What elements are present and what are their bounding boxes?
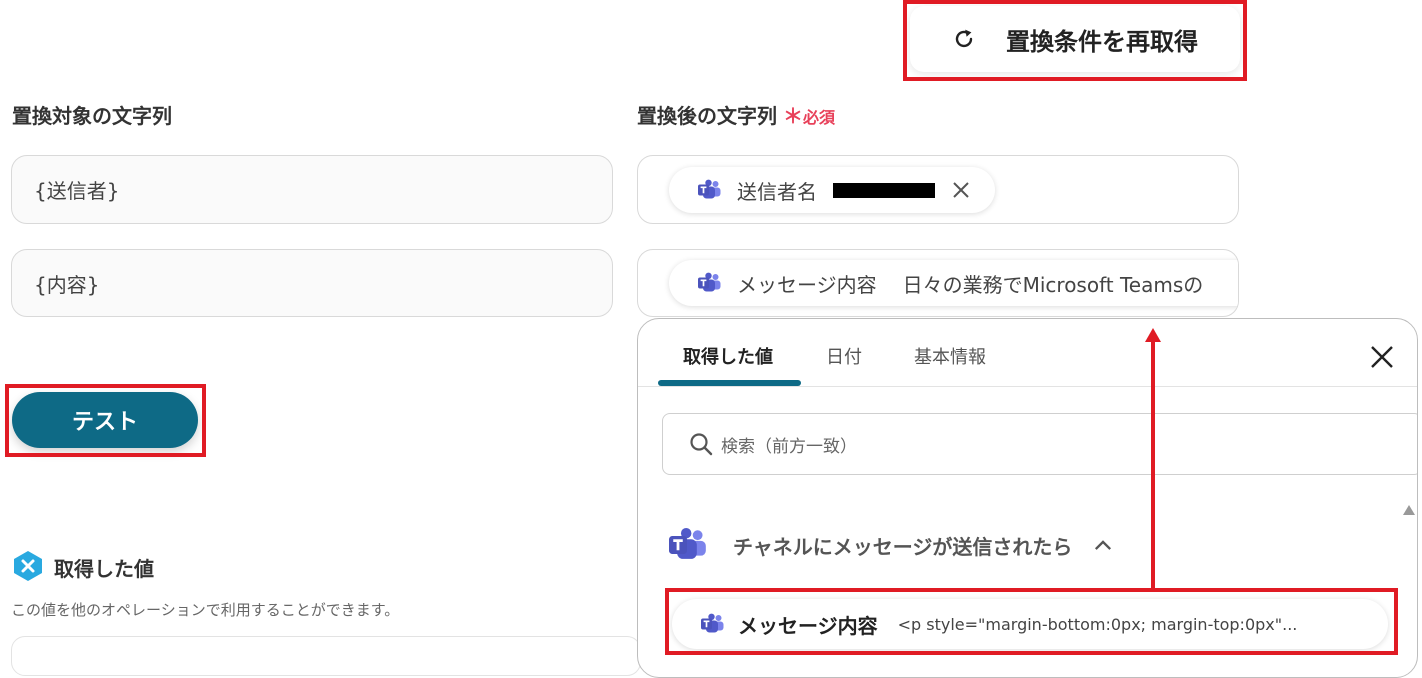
teams-icon [701, 613, 724, 633]
replace-target-value: {送信者} [34, 179, 120, 203]
refresh-conditions-button[interactable]: 置換条件を再取得 [910, 6, 1240, 72]
item-preview: <p style="margin-bottom:0px; margin-top:… [897, 614, 1298, 634]
tab-divider [638, 386, 1417, 387]
replace-target-input-2[interactable]: {内容} [11, 249, 613, 317]
replace-after-label: 置換後の文字列 [637, 104, 777, 128]
obtained-values-description: この値を他のオペレーションで利用することができます。 [11, 601, 400, 619]
obtained-values-title: 取得した値 [54, 557, 154, 581]
variable-icon [14, 551, 42, 581]
list-item[interactable]: メッセージ内容 <p style="margin-bottom:0px; mar… [672, 599, 1388, 649]
refresh-button-label: 置換条件を再取得 [1006, 27, 1198, 56]
test-button[interactable]: テスト [12, 392, 198, 448]
close-icon[interactable] [951, 180, 971, 200]
chip-label: メッセージ内容 [737, 272, 877, 297]
annotation-arrow-head [1145, 328, 1161, 342]
refresh-icon [955, 29, 973, 48]
teams-icon [669, 527, 706, 559]
test-button-label: テスト [71, 410, 138, 435]
replace-after-input-2[interactable]: メッセージ内容 日々の業務でMicrosoft Teamsの [637, 249, 1239, 317]
replace-after-input-1[interactable]: 送信者名 [637, 155, 1239, 224]
teams-icon [698, 272, 721, 292]
close-icon[interactable] [1370, 345, 1394, 369]
tab-basic-info[interactable]: 基本情報 [914, 343, 986, 369]
replace-target-input-1[interactable]: {送信者} [11, 155, 613, 224]
scroll-up-icon[interactable] [1403, 505, 1415, 515]
chip-label: 送信者名 [737, 179, 817, 204]
required-badge: ＊必須 [783, 104, 836, 128]
replace-after-label-row: 置換後の文字列 ＊必須 [637, 100, 835, 129]
group-header[interactable]: チャネルにメッセージが送信されたら [667, 523, 1112, 567]
group-title: チャネルにメッセージが送信されたら [733, 534, 1073, 559]
teams-icon [698, 179, 721, 199]
tab-obtained-values[interactable]: 取得した値 [683, 343, 773, 369]
required-label: 必須 [803, 108, 836, 127]
replace-target-label: 置換対象の文字列 [12, 104, 172, 128]
chevron-up-icon[interactable] [1094, 539, 1112, 551]
variable-picker-panel: 取得した値 日付 基本情報 検索（前方一致） チャネルにメッセージが送信されたら [637, 318, 1418, 678]
required-mark: ＊ [783, 104, 803, 128]
obtained-values-box [11, 636, 641, 676]
search-input[interactable]: 検索（前方一致） [662, 413, 1417, 475]
variable-chip[interactable]: メッセージ内容 日々の業務でMicrosoft Teamsの [669, 260, 1238, 306]
redacted-value [833, 182, 935, 198]
search-icon [690, 433, 713, 456]
item-label: メッセージ内容 [738, 613, 878, 638]
tab-date[interactable]: 日付 [826, 343, 862, 369]
variable-chip[interactable]: 送信者名 [669, 167, 995, 213]
chip-preview: 日々の業務でMicrosoft Teamsの [902, 272, 1204, 297]
search-placeholder: 検索（前方一致） [721, 436, 857, 457]
replace-target-value: {内容} [34, 272, 100, 297]
annotation-arrow-line [1151, 340, 1155, 592]
